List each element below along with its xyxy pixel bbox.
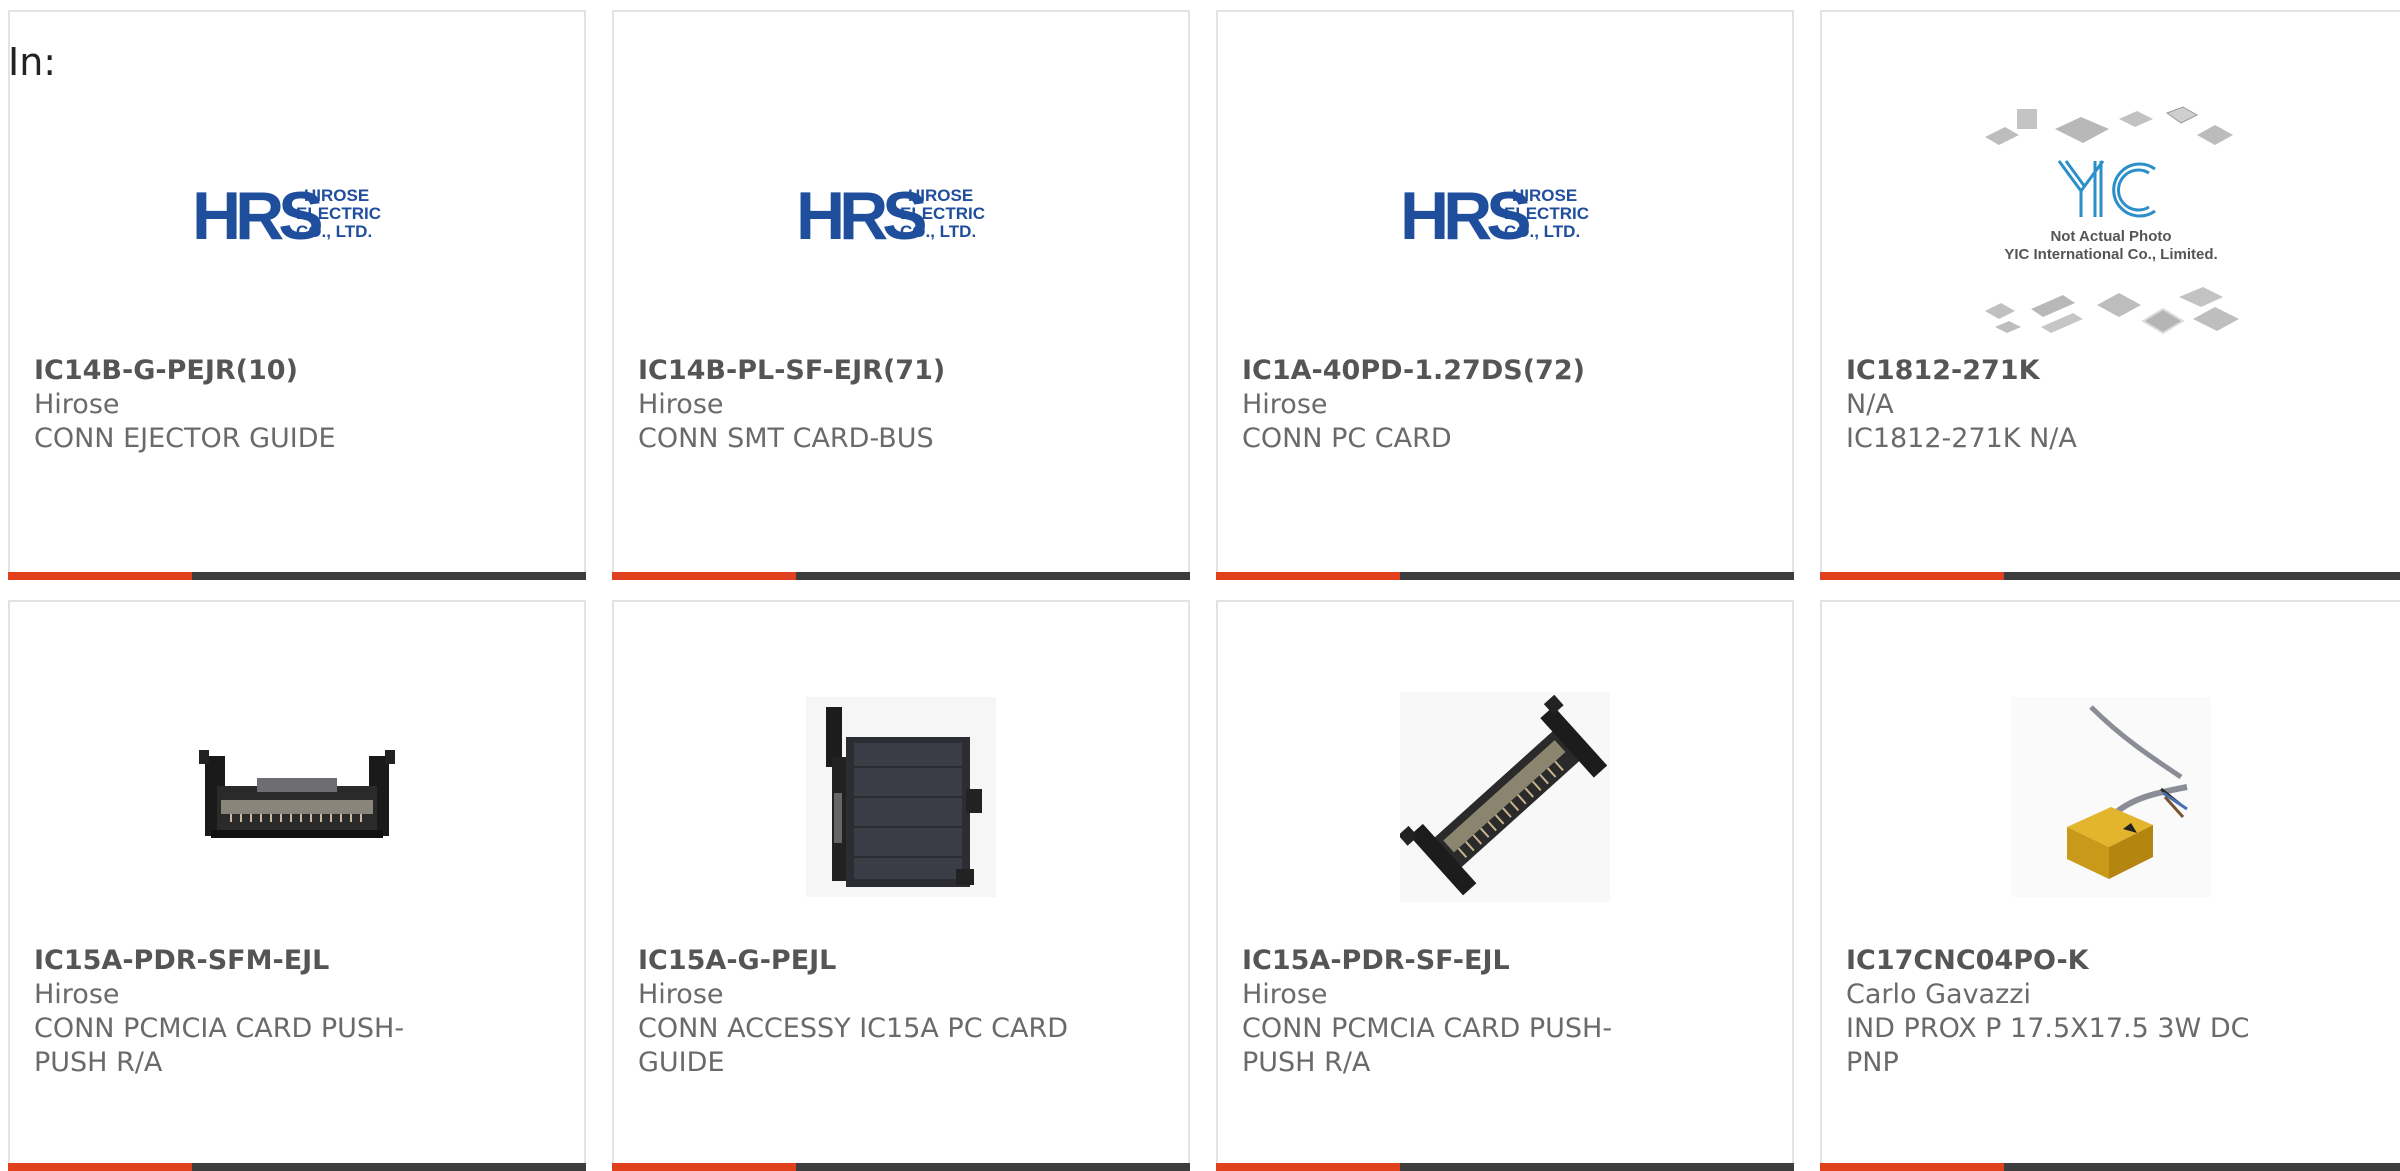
product-grid: HRS HIROSE ELECTRIC CO., LTD. IC14B-G-PE… [0, 0, 2400, 1171]
card-bottom-bar [612, 572, 1190, 580]
proximity-sensor-icon [2011, 697, 2211, 897]
product-image [1218, 652, 1792, 942]
card-guide-icon [806, 697, 996, 897]
manufacturer: N/A [1846, 389, 1894, 420]
product-image: HRS HIROSE ELECTRIC CO., LTD. [1218, 72, 1792, 362]
part-number[interactable]: IC15A-G-PEJL [638, 944, 1168, 978]
manufacturer: Hirose [638, 389, 724, 420]
description: CONN ACCESSY IC15A PC CARD GUIDE [638, 1013, 1069, 1078]
description: CONN SMT CARD-BUS [638, 423, 934, 454]
description: CONN PCMCIA CARD PUSH-PUSH R/A [1242, 1013, 1613, 1078]
product-card[interactable]: HRS HIROSE ELECTRIC CO., LTD. IC1A-40PD-… [1216, 10, 1794, 580]
card-accent-bar [1820, 1163, 2004, 1171]
description: CONN EJECTOR GUIDE [34, 423, 336, 454]
card-accent-bar [8, 572, 192, 580]
product-card[interactable]: IC15A-PDR-SF-EJL Hirose CONN PCMCIA CARD… [1216, 600, 1794, 1171]
part-number[interactable]: IC14B-G-PEJR(10) [34, 354, 564, 388]
product-card[interactable]: Not Actual Photo YIC International Co., … [1820, 10, 2400, 580]
hirose-logo-icon: HRS HIROSE ELECTRIC CO., LTD. [1400, 178, 1589, 254]
description: CONN PCMCIA CARD PUSH-PUSH R/A [34, 1013, 405, 1078]
description: IND PROX P 17.5X17.5 3W DC PNP [1846, 1013, 2250, 1078]
card-bottom-bar [8, 1163, 586, 1171]
hirose-logo-icon: HRS HIROSE ELECTRIC CO., LTD. [796, 178, 985, 254]
card-bottom-bar [1216, 1163, 1794, 1171]
product-image [1822, 652, 2400, 942]
svg-text:HIROSE: HIROSE [1512, 186, 1577, 205]
description: IC1812-271K N/A [1846, 423, 2077, 454]
card-bottom-bar [1820, 572, 2400, 580]
card-accent-bar [1216, 572, 1400, 580]
product-image: Not Actual Photo YIC International Co., … [1822, 94, 2400, 344]
card-bottom-bar [612, 1163, 1190, 1171]
manufacturer: Hirose [34, 389, 120, 420]
product-card[interactable]: HRS HIROSE ELECTRIC CO., LTD. IC14B-PL-S… [612, 10, 1190, 580]
part-number[interactable]: IC15A-PDR-SFM-EJL [34, 944, 564, 978]
part-number[interactable]: IC17CNC04PO-K [1846, 944, 2380, 978]
card-bottom-bar [1216, 572, 1794, 580]
product-image [10, 652, 584, 942]
svg-text:HIROSE: HIROSE [304, 186, 369, 205]
svg-text:HIROSE: HIROSE [908, 186, 973, 205]
svg-text:CO., LTD.: CO., LTD. [1504, 222, 1580, 241]
svg-text:CO., LTD.: CO., LTD. [296, 222, 372, 241]
card-accent-bar [612, 1163, 796, 1171]
description: CONN PC CARD [1242, 423, 1452, 454]
manufacturer: Carlo Gavazzi [1846, 979, 2031, 1010]
card-accent-bar [612, 572, 796, 580]
filter-label: In: [8, 40, 57, 84]
manufacturer: Hirose [34, 979, 120, 1010]
part-number[interactable]: IC1A-40PD-1.27DS(72) [1242, 354, 1772, 388]
product-card[interactable]: IC15A-PDR-SFM-EJL Hirose CONN PCMCIA CAR… [8, 600, 586, 1171]
part-number[interactable]: IC1812-271K [1846, 354, 2380, 388]
manufacturer: Hirose [1242, 389, 1328, 420]
product-card[interactable]: HRS HIROSE ELECTRIC CO., LTD. IC14B-G-PE… [8, 10, 586, 580]
product-image: HRS HIROSE ELECTRIC CO., LTD. [10, 72, 584, 362]
svg-text:CO., LTD.: CO., LTD. [900, 222, 976, 241]
part-number[interactable]: IC15A-PDR-SF-EJL [1242, 944, 1772, 978]
svg-text:ELECTRIC: ELECTRIC [900, 204, 985, 223]
yic-placeholder-icon: Not Actual Photo YIC International Co., … [1985, 106, 2239, 335]
card-accent-bar [8, 1163, 192, 1171]
manufacturer: Hirose [638, 979, 724, 1010]
svg-text:YIC International Co., Limited: YIC International Co., Limited. [2004, 246, 2217, 263]
product-image: HRS HIROSE ELECTRIC CO., LTD. [614, 72, 1188, 362]
hirose-logo-icon: HRS HIROSE ELECTRIC CO., LTD. [192, 178, 381, 254]
product-card[interactable]: IC17CNC04PO-K Carlo Gavazzi IND PROX P 1… [1820, 600, 2400, 1171]
svg-text:ELECTRIC: ELECTRIC [1504, 204, 1589, 223]
card-bottom-bar [1820, 1163, 2400, 1171]
product-image [614, 652, 1188, 942]
card-bottom-bar [8, 572, 586, 580]
manufacturer: Hirose [1242, 979, 1328, 1010]
svg-text:ELECTRIC: ELECTRIC [296, 204, 381, 223]
card-accent-bar [1216, 1163, 1400, 1171]
part-number[interactable]: IC14B-PL-SF-EJR(71) [638, 354, 1168, 388]
product-card[interactable]: IC15A-G-PEJL Hirose CONN ACCESSY IC15A P… [612, 600, 1190, 1171]
pcmcia-connector-icon [199, 750, 395, 838]
svg-text:Not Actual Photo: Not Actual Photo [2050, 228, 2171, 245]
card-accent-bar [1820, 572, 2004, 580]
pcmcia-angled-icon [1400, 692, 1610, 902]
